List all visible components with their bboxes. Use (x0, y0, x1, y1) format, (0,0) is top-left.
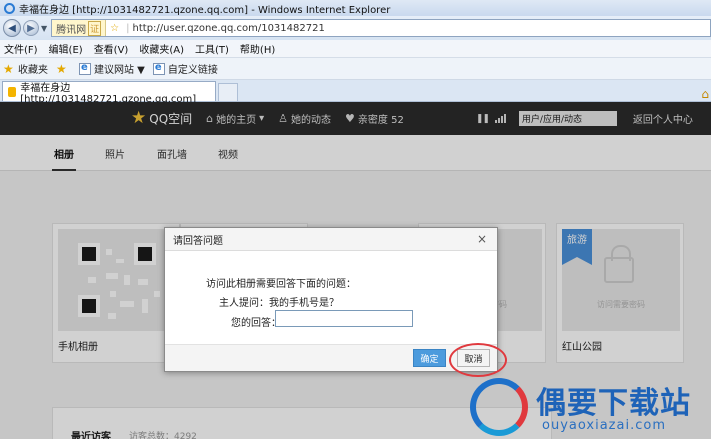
forward-button[interactable]: ▶ (23, 20, 39, 36)
menu-view[interactable]: 查看(V) (94, 41, 129, 56)
add-favorite-button[interactable]: ★ (56, 63, 71, 75)
page-icon (79, 62, 91, 75)
custom-links-link[interactable]: 自定义链接 (152, 61, 218, 76)
watermark-title: 偶要下载站 (536, 386, 691, 421)
new-tab-button[interactable] (218, 83, 238, 101)
tab-bar: 幸福在身边 [http://1031482721.qzone.qq.com] ⌂ (0, 80, 711, 105)
confirm-button[interactable]: 确定 (413, 349, 446, 367)
dialog-intro: 访问此相册需要回答下面的问题： (206, 279, 356, 290)
watermark-logo-icon (470, 378, 528, 436)
history-dropdown-icon[interactable]: ▼ (41, 24, 47, 33)
page-icon (152, 62, 165, 75)
menu-favorites[interactable]: 收藏夹(A) (139, 41, 184, 56)
window-titlebar: 幸福在身边 [http://1031482721.qzone.qq.com] -… (0, 0, 711, 16)
menu-file[interactable]: 文件(F) (4, 41, 38, 56)
close-icon[interactable]: × (477, 232, 487, 246)
favorite-star-icon[interactable]: ☆ (110, 23, 119, 34)
suggested-sites-link[interactable]: 建议网站 ▼ (79, 61, 145, 76)
watermark: 偶要下载站 ouyaoxiazai.com (466, 374, 711, 439)
address-row: ◀ ▶ ▼ 腾讯网证 ☆ | http://user.qzone.qq.com/… (0, 16, 711, 40)
menu-bar: 文件(F) 编辑(E) 查看(V) 收藏夹(A) 工具(T) 帮助(H) (0, 40, 711, 58)
answer-label: 您的回答： (231, 318, 281, 329)
browser-tab-active[interactable]: 幸福在身边 [http://1031482721.qzone.qq.com] (2, 81, 216, 105)
menu-tools[interactable]: 工具(T) (195, 41, 229, 56)
back-button[interactable]: ◀ (3, 19, 21, 37)
dialog-header: 请回答问题 (165, 228, 497, 251)
dialog-title: 请回答问题 (173, 235, 223, 247)
window-title: 幸福在身边 [http://1031482721.qzone.qq.com] -… (19, 4, 391, 16)
qzone-favicon-icon (8, 86, 17, 97)
menu-help[interactable]: 帮助(H) (240, 41, 275, 56)
favorites-bar: ★收藏夹 ★ 建议网站 ▼ 自定义链接 (0, 58, 711, 80)
answer-input[interactable] (275, 310, 413, 327)
answer-question-dialog: 请回答问题 × 访问此相册需要回答下面的问题： 主人提问：我的手机号是？ 您的回… (164, 227, 498, 372)
home-icon[interactable]: ⌂ (701, 87, 709, 101)
address-bar[interactable]: 腾讯网证 ☆ | http://user.qzone.qq.com/103148… (51, 19, 711, 37)
cancel-highlight-circle (449, 343, 507, 377)
url-text[interactable]: http://user.qzone.qq.com/1031482721 (133, 23, 325, 34)
dialog-footer: 确定 取消 (165, 344, 497, 371)
watermark-url: ouyaoxiazai.com (542, 418, 666, 433)
add-favorite-icon: ★ (56, 61, 67, 76)
favorites-star-icon: ★ (3, 61, 14, 76)
ie-logo-icon (4, 2, 15, 14)
menu-edit[interactable]: 编辑(E) (49, 41, 83, 56)
site-identity-tag[interactable]: 腾讯网证 (52, 20, 107, 36)
favorites-button[interactable]: ★ 收藏夹 (3, 61, 48, 77)
dialog-question: 主人提问：我的手机号是？ (219, 298, 339, 309)
